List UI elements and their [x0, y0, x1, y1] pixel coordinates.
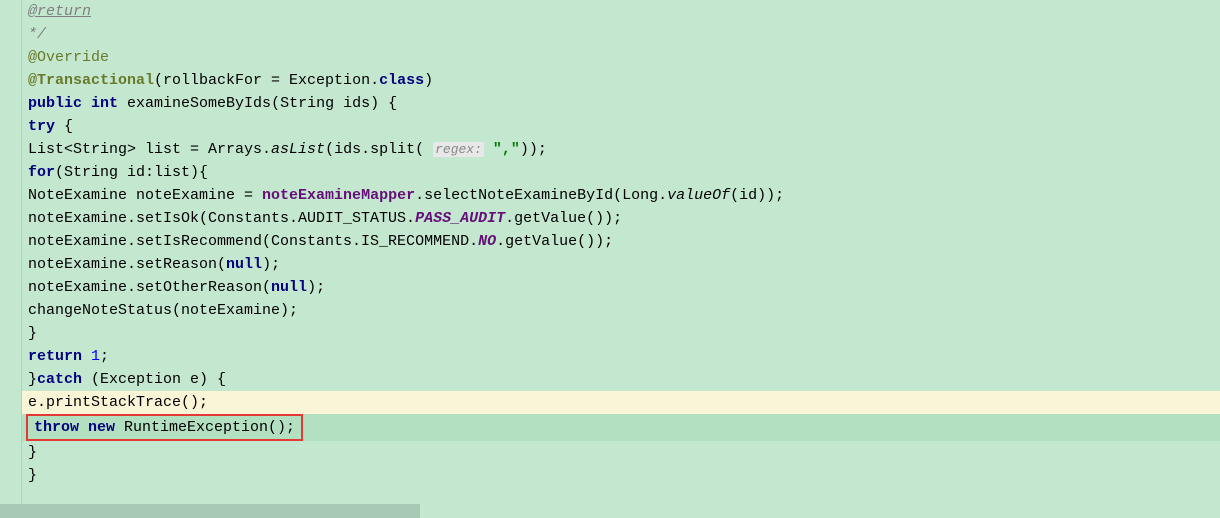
code-line: */: [28, 23, 1220, 46]
code-line: noteExamine.setIsOk(Constants.AUDIT_STAT…: [28, 207, 1220, 230]
highlighted-line: e.printStackTrace();: [0, 391, 1220, 414]
code-line: try {: [28, 115, 1220, 138]
red-highlight-box: throw new RuntimeException();: [26, 414, 303, 441]
code-line: @Transactional(rollbackFor = Exception.c…: [28, 69, 1220, 92]
horizontal-scrollbar[interactable]: [0, 504, 420, 518]
code-line: NoteExamine noteExamine = noteExamineMap…: [28, 184, 1220, 207]
code-line: changeNoteStatus(noteExamine);: [28, 299, 1220, 322]
code-line: }catch (Exception e) {: [28, 368, 1220, 391]
code-line: return 1;: [28, 345, 1220, 368]
param-hint: regex:: [433, 142, 484, 157]
editor-gutter: [0, 0, 22, 518]
code-line: }: [28, 464, 1220, 487]
code-line: }: [28, 441, 1220, 464]
code-line: @return: [28, 0, 1220, 23]
code-line: for(String id:list){: [28, 161, 1220, 184]
code-line: public int examineSomeByIds(String ids) …: [28, 92, 1220, 115]
code-editor[interactable]: @return */ @Override @Transactional(roll…: [22, 0, 1220, 487]
code-line: @Override: [28, 46, 1220, 69]
highlighted-change-line: throw new RuntimeException();: [0, 414, 1220, 441]
code-line: List<String> list = Arrays.asList(ids.sp…: [28, 138, 1220, 161]
code-line: }: [28, 322, 1220, 345]
code-line: noteExamine.setReason(null);: [28, 253, 1220, 276]
code-line: noteExamine.setOtherReason(null);: [28, 276, 1220, 299]
code-line: noteExamine.setIsRecommend(Constants.IS_…: [28, 230, 1220, 253]
